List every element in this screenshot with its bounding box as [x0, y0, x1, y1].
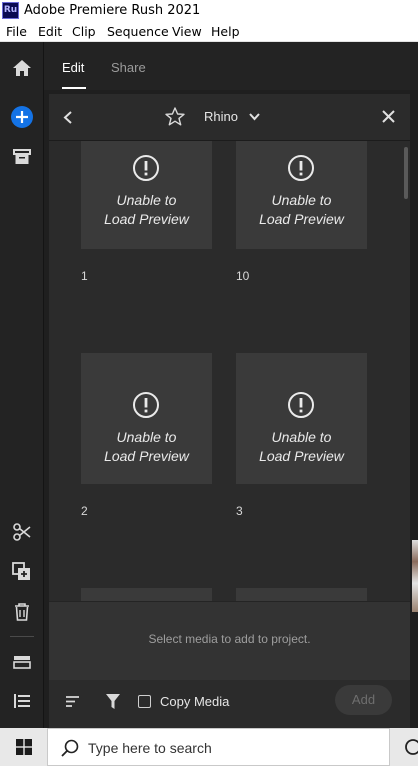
favorite-star-icon[interactable]	[165, 107, 185, 126]
taskbar-search-box[interactable]: Type here to search	[47, 728, 390, 766]
title-bar: Ru Adobe Premiere Rush 2021	[0, 0, 418, 22]
scrollbar-thumb[interactable]	[404, 147, 408, 199]
add-media-button[interactable]	[0, 100, 44, 134]
scissors-icon	[13, 523, 31, 541]
delete-button[interactable]	[0, 595, 44, 629]
duplicate-button[interactable]	[0, 555, 44, 589]
tab-edit[interactable]: Edit	[62, 60, 84, 75]
windows-taskbar: Type here to search	[0, 728, 418, 766]
windows-logo-icon	[15, 739, 32, 755]
selection-info-area: Select media to add to project.	[49, 601, 410, 680]
warning-icon	[133, 392, 159, 418]
menu-help[interactable]: Help	[211, 24, 240, 39]
sort-list-icon[interactable]	[65, 695, 80, 708]
archive-icon	[13, 149, 31, 164]
trash-icon	[15, 603, 29, 621]
preview-error-text: Unable to Load Preview	[259, 429, 344, 464]
search-icon	[61, 739, 79, 757]
select-media-hint: Select media to add to project.	[148, 632, 311, 646]
duplicate-icon	[12, 562, 30, 580]
warning-icon	[133, 155, 159, 181]
media-tile-label: 10	[236, 269, 250, 283]
list-view-button[interactable]	[0, 684, 44, 718]
menu-edit[interactable]: Edit	[38, 24, 62, 39]
rail-divider	[10, 636, 34, 637]
warning-icon	[288, 392, 314, 418]
media-tile[interactable]	[81, 588, 212, 601]
media-grid: Unable to Load Preview 1 Unable to Load Pr…	[49, 141, 410, 601]
home-button[interactable]	[0, 51, 44, 85]
media-tile[interactable]: Unable to Load Preview	[81, 353, 212, 484]
preview-error-text: Unable to Load Preview	[104, 192, 189, 227]
storage-button[interactable]	[0, 645, 44, 679]
add-button[interactable]: Add	[335, 685, 392, 715]
media-browser-footer: Copy Media Add	[49, 680, 410, 728]
split-clip-button[interactable]	[0, 515, 44, 549]
media-browser-panel: Rhino Unable to Load Preview 1 Unable to L…	[49, 94, 410, 728]
menu-sequence[interactable]: Sequence	[107, 24, 169, 39]
warning-icon	[288, 155, 314, 181]
media-tile[interactable]: Unable to Load Preview	[236, 141, 367, 249]
media-tile[interactable]: Unable to Load Preview	[81, 141, 212, 249]
media-tile-label: 2	[81, 504, 88, 518]
media-tile[interactable]	[236, 588, 367, 601]
media-tile[interactable]: Unable to Load Preview	[236, 353, 367, 484]
menu-clip[interactable]: Clip	[72, 24, 96, 39]
storage-icon	[13, 656, 31, 669]
media-tile-label: 3	[236, 504, 243, 518]
media-browser-header: Rhino	[49, 94, 410, 141]
preview-error-text: Unable to Load Preview	[104, 429, 189, 464]
home-icon	[13, 60, 31, 76]
premiere-rush-logo: Ru	[2, 2, 19, 19]
left-toolbar	[0, 42, 44, 728]
chevron-down-icon[interactable]	[249, 113, 260, 121]
preview-error-text: Unable to Load Preview	[259, 192, 344, 227]
project-assets-button[interactable]	[0, 140, 44, 174]
add-media-icon	[11, 106, 33, 128]
search-placeholder: Type here to search	[88, 740, 212, 756]
tab-share[interactable]: Share	[111, 60, 146, 75]
folder-name[interactable]: Rhino	[204, 109, 238, 124]
back-chevron-icon[interactable]	[63, 111, 73, 124]
copy-media-label: Copy Media	[160, 694, 230, 709]
filter-icon[interactable]	[105, 693, 121, 710]
active-tab-indicator	[62, 87, 86, 89]
mode-tabs: Edit Share	[44, 42, 418, 90]
media-tile-label: 1	[81, 269, 88, 283]
menu-view[interactable]: View	[172, 24, 202, 39]
menu-bar: File Edit Clip Sequence View Help	[0, 22, 418, 42]
menu-file[interactable]: File	[6, 24, 27, 39]
list-icon	[14, 694, 30, 708]
start-button[interactable]	[0, 728, 47, 766]
background-window-edge	[412, 540, 418, 612]
copy-media-checkbox[interactable]	[138, 695, 151, 708]
window-title: Adobe Premiere Rush 2021	[24, 3, 201, 18]
close-icon[interactable]	[382, 110, 395, 123]
cortana-icon[interactable]	[404, 738, 418, 756]
